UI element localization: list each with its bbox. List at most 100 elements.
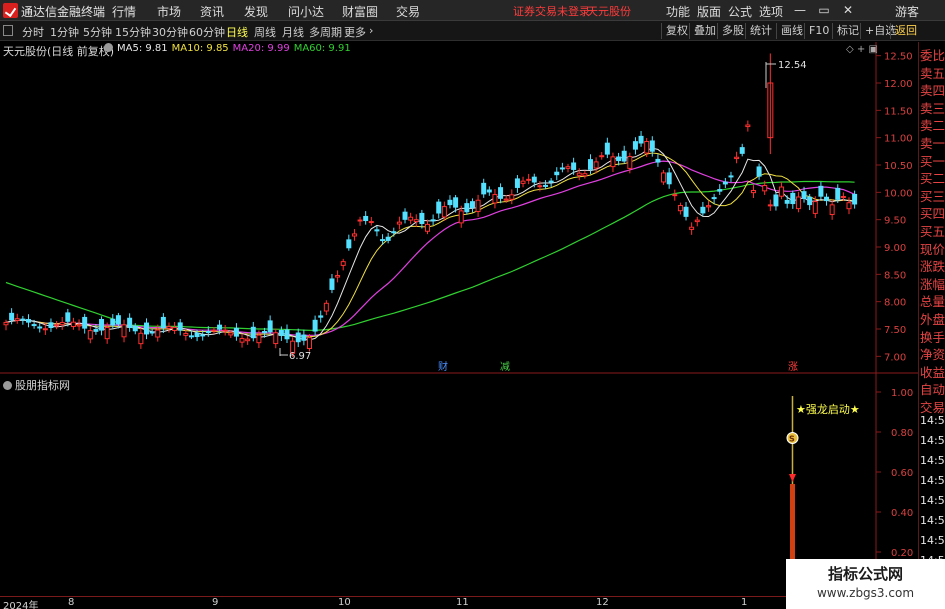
candle-body: [391, 231, 397, 234]
menu-market[interactable]: 市场: [157, 3, 181, 20]
adjust-button[interactable]: 复权: [661, 23, 688, 39]
y-tick-label: 8.00: [884, 298, 906, 309]
candle-body: [318, 315, 324, 318]
date-label: 2024年: [3, 601, 39, 609]
diamond-icon[interactable]: ◇: [846, 44, 854, 55]
period-more[interactable]: 更多: [344, 24, 366, 40]
candle-body: [217, 324, 223, 330]
candle-body: [824, 196, 830, 202]
period-30min[interactable]: 30分钟: [152, 24, 188, 40]
candle-body: [127, 317, 133, 328]
period-monthly[interactable]: 月线: [282, 24, 304, 40]
menu-ask-xiaoda[interactable]: 问小达: [288, 3, 324, 20]
period-60min[interactable]: 60分钟: [189, 24, 225, 40]
indicator-title: 股朋指标网: [3, 377, 70, 393]
ma20-line: [5, 160, 855, 336]
plus-icon[interactable]: +: [857, 44, 865, 55]
trade-time: 14:56: [920, 494, 945, 507]
overlay-button[interactable]: 叠加: [689, 23, 716, 39]
period-5min[interactable]: 5分钟: [83, 24, 112, 40]
mark-button[interactable]: 标记: [832, 23, 859, 39]
indicator-y-tick-label: 0.60: [891, 468, 913, 479]
stock-chart[interactable]: 12.50 12.00 11.50 11.00 10.50 10.00 9.50 9.00 8.…: [0, 42, 918, 596]
quote-field-label: 卖四: [920, 83, 945, 99]
candle-body: [554, 171, 560, 176]
candle-body: [503, 198, 509, 201]
candle-body: [559, 167, 565, 170]
candle-body: [87, 330, 93, 340]
indicator-y-tick-label: 0.80: [891, 428, 913, 439]
indicator-y-tick-label: 1.00: [891, 388, 913, 399]
menu-news[interactable]: 资讯: [200, 3, 224, 20]
f10-button[interactable]: F10: [804, 23, 829, 39]
app-title: 通达信金融终端: [21, 5, 106, 19]
candle-body: [784, 199, 790, 204]
multi-stock-button[interactable]: 多股: [717, 23, 744, 39]
current-stock-name: 天元股份: [587, 5, 631, 18]
trade-time: 14:56: [920, 474, 945, 487]
more-chevron-icon[interactable]: ›: [369, 24, 373, 37]
marker-rise[interactable]: 涨: [788, 361, 798, 373]
period-15min[interactable]: 15分钟: [115, 24, 151, 40]
candle-body: [458, 210, 464, 224]
draw-line-button[interactable]: 画线: [776, 23, 803, 39]
candle-body: [514, 178, 520, 188]
quote-field-label: 买三: [920, 188, 945, 204]
candle-body: [312, 319, 318, 332]
y-tick-label: 9.00: [884, 243, 906, 254]
pane-icon[interactable]: ▣: [868, 44, 877, 55]
menu-options[interactable]: 选项: [759, 3, 783, 20]
period-intraday[interactable]: 分时: [22, 24, 44, 40]
candle-body: [183, 332, 189, 336]
candle-body: [144, 322, 149, 335]
ma-settings-icon[interactable]: [104, 43, 113, 52]
period-1min[interactable]: 1分钟: [50, 24, 79, 40]
date-label: 11: [456, 597, 469, 608]
candle-body: [812, 201, 818, 214]
indicator-y-axis: 1.00 0.80 0.60 0.40 0.20: [876, 388, 913, 559]
candle-body: [425, 223, 430, 232]
menu-wealth-circle[interactable]: 财富圈: [342, 3, 378, 20]
candle-body: [599, 155, 605, 158]
statistics-button[interactable]: 统计: [745, 23, 772, 39]
candle-body: [115, 315, 121, 325]
restore-icon[interactable]: ▭: [816, 2, 832, 18]
candle-body: [666, 172, 672, 185]
candle-body: [604, 142, 610, 155]
candle-body: [818, 185, 824, 197]
candle-body: [357, 219, 363, 222]
y-tick-label: 8.50: [884, 270, 906, 281]
menu-layout[interactable]: 版面: [697, 3, 721, 20]
candle-body: [239, 338, 245, 343]
toolbar-toggle-icon[interactable]: [3, 25, 13, 36]
trade-login-status[interactable]: 证券交易未登录: [513, 3, 590, 19]
candle-body: [413, 219, 419, 223]
quote-field-label: 净资: [920, 347, 945, 363]
signal-label: ★强龙启动★: [796, 403, 860, 416]
period-weekly[interactable]: 周线: [254, 24, 276, 40]
period-multi[interactable]: 多周期: [309, 24, 342, 40]
menu-bar: 通达信金融终端 行情 市场 资讯 发现 问小达 财富圈 交易 证券交易未登录 天…: [0, 0, 945, 21]
menu-quotes[interactable]: 行情: [112, 3, 136, 20]
period-daily[interactable]: 日线: [226, 24, 248, 40]
close-icon[interactable]: ✕: [840, 2, 856, 18]
quote-field-label: 总量: [920, 294, 945, 310]
candle-body: [706, 205, 711, 208]
indicator-settings-icon[interactable]: [3, 381, 12, 390]
menu-formula[interactable]: 公式: [728, 3, 752, 20]
ma60-line: [5, 180, 855, 331]
candle-body: [610, 156, 616, 168]
candle-body: [498, 187, 504, 199]
candle-body: [447, 199, 453, 206]
candle-body: [638, 135, 644, 144]
menu-discover[interactable]: 发现: [244, 3, 268, 20]
candle-body: [829, 204, 835, 216]
user-label[interactable]: 游客: [895, 3, 919, 20]
menu-trade[interactable]: 交易: [396, 3, 420, 20]
menu-function[interactable]: 功能: [666, 3, 690, 20]
back-button[interactable]: 返回: [890, 23, 917, 39]
marker-finance[interactable]: 财: [438, 360, 448, 373]
minimize-icon[interactable]: —: [792, 2, 808, 18]
candle-body: [683, 206, 689, 217]
marker-reduce[interactable]: 减: [500, 361, 510, 373]
